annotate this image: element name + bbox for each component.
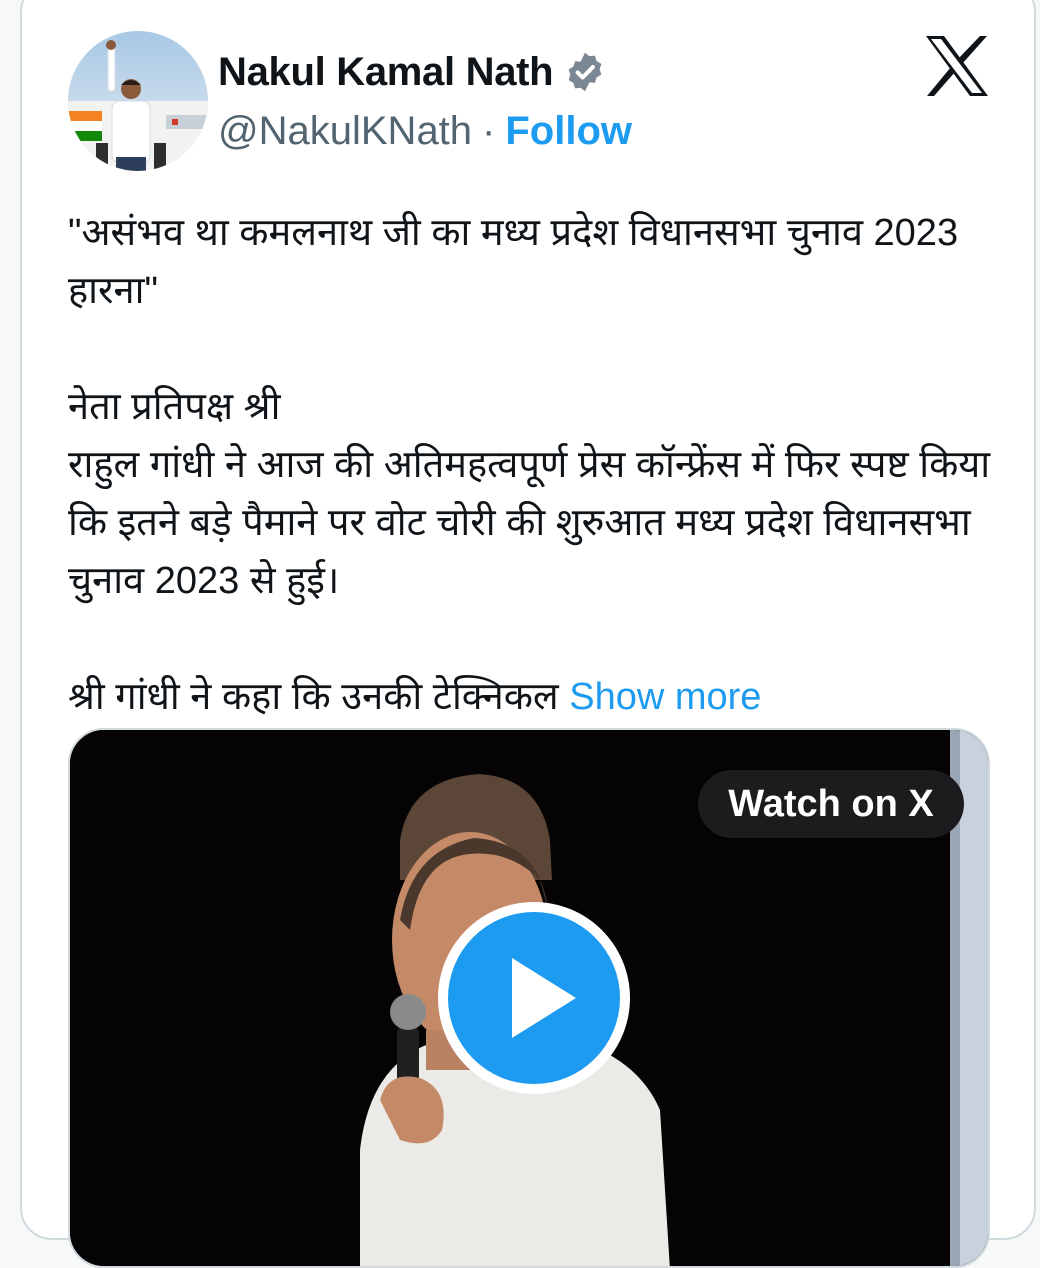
- tweet-text: "असंभव था कमलनाथ जी का मध्य प्रदेश विधान…: [68, 204, 1008, 726]
- x-logo-icon[interactable]: [924, 34, 990, 98]
- avatar-photo: [68, 31, 208, 171]
- follow-button[interactable]: Follow: [505, 109, 632, 154]
- play-icon[interactable]: [434, 898, 634, 1098]
- video-preview[interactable]: Watch on X: [68, 728, 990, 1268]
- author-avatar[interactable]: [68, 31, 208, 171]
- author-handle-row: @NakulKNath · Follow: [218, 104, 632, 158]
- verified-badge-icon: [568, 52, 602, 92]
- tweet-card: Nakul Kamal Nath @NakulKNath · Follow "अ…: [20, 0, 1036, 1268]
- handle-separator: ·: [482, 108, 496, 153]
- watch-on-x-button[interactable]: Watch on X: [698, 770, 964, 838]
- author-handle[interactable]: @NakulKNath: [218, 109, 472, 154]
- author-name-row: Nakul Kamal Nath: [218, 44, 607, 100]
- tweet-body: "असंभव था कमलनाथ जी का मध्य प्रदेश विधान…: [68, 212, 991, 718]
- author-name[interactable]: Nakul Kamal Nath: [218, 50, 554, 95]
- show-more-link[interactable]: Show more: [569, 676, 761, 718]
